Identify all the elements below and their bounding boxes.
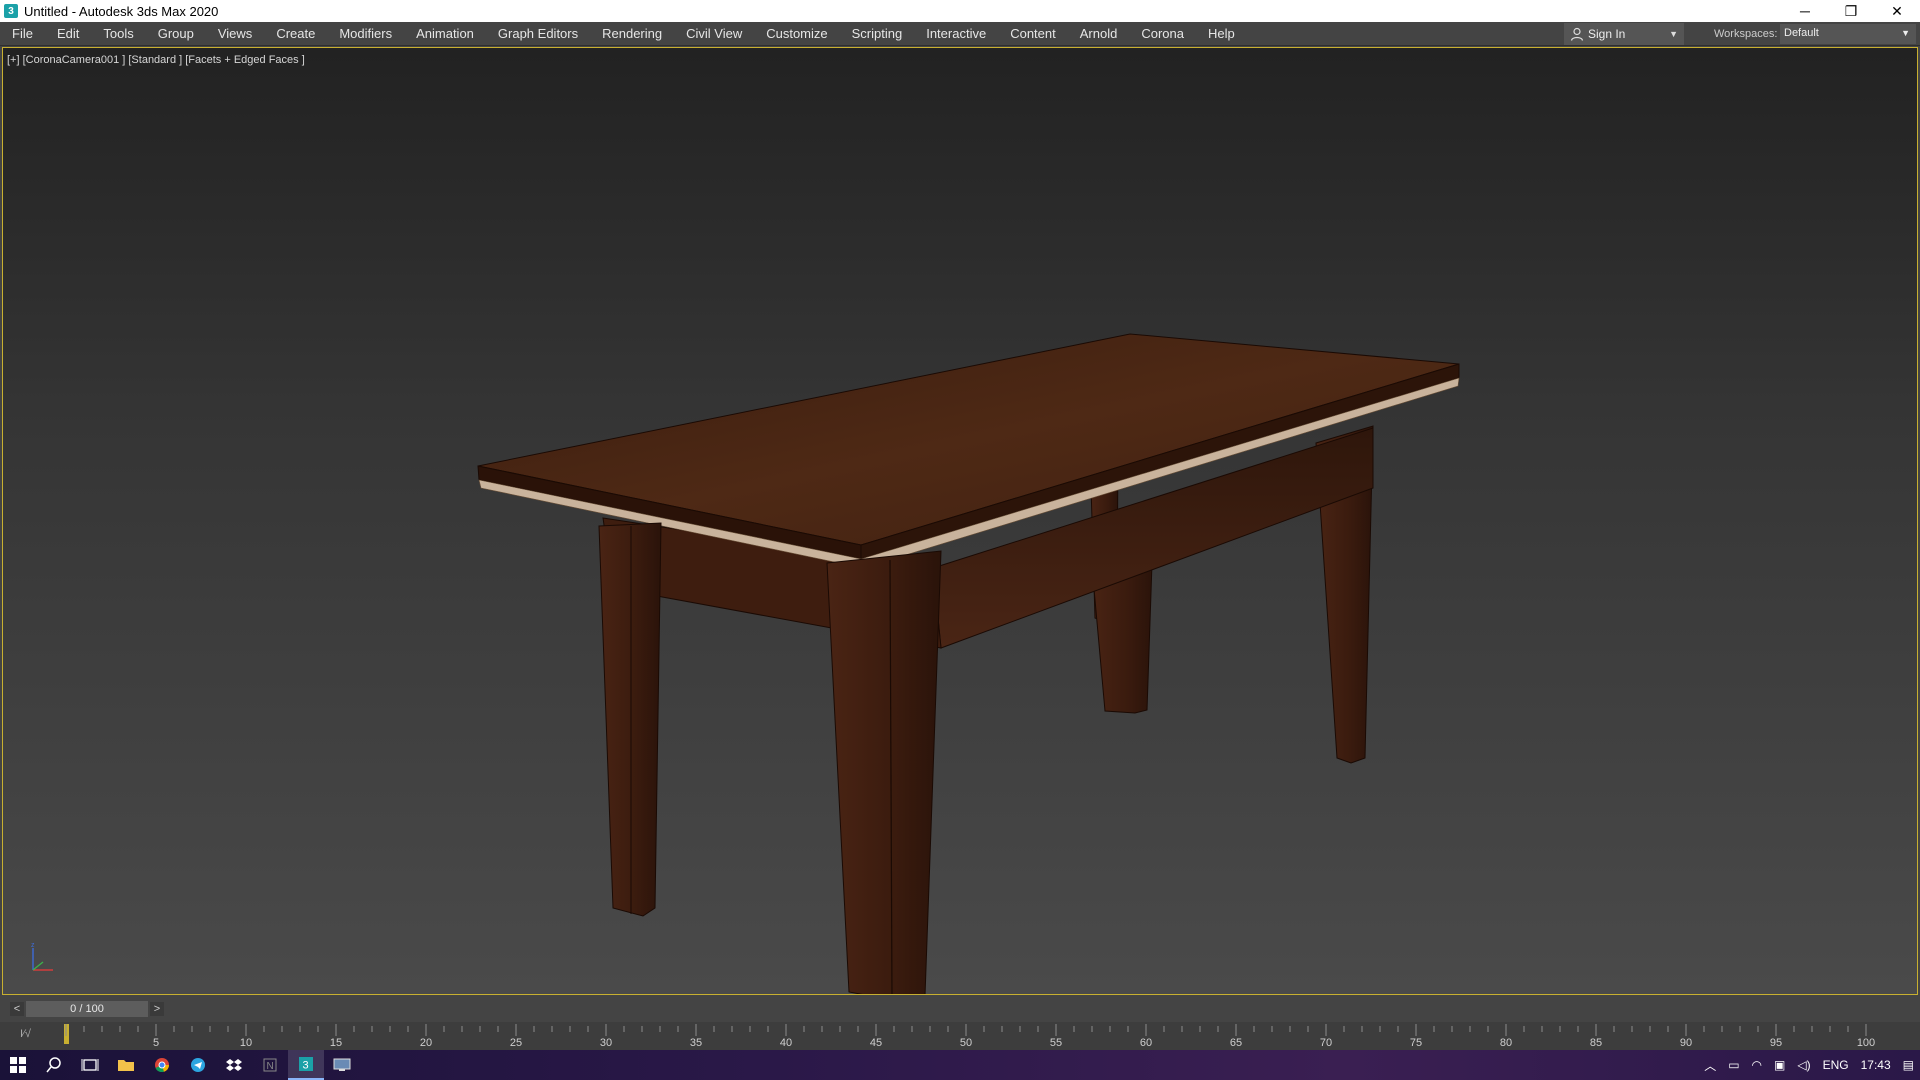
network-icon[interactable]: ▣ [1768, 1058, 1791, 1072]
ruler-tick-label: 75 [1410, 1037, 1422, 1049]
table-model [477, 333, 1460, 994]
menu-views[interactable]: Views [206, 22, 264, 46]
ruler-tick-label: 40 [780, 1037, 792, 1049]
menu-file[interactable]: File [0, 22, 45, 46]
ruler-tick-label: 25 [510, 1037, 522, 1049]
menu-scripting[interactable]: Scripting [840, 22, 915, 46]
window-controls: ─ ❐ ✕ [1782, 0, 1920, 22]
ruler-tick-label: 55 [1050, 1037, 1062, 1049]
3dsmax-icon[interactable]: 3 [288, 1050, 324, 1080]
ruler-tick-label: 95 [1770, 1037, 1782, 1049]
remote-desktop-icon[interactable] [324, 1050, 360, 1080]
table-leg-front-corner [826, 550, 942, 994]
time-slider-thumb[interactable]: 0 / 100 [26, 1001, 148, 1017]
ruler-tick-label: 50 [960, 1037, 972, 1049]
window-title: Untitled - Autodesk 3ds Max 2020 [24, 3, 219, 19]
viewport-label[interactable]: [+] [CoronaCamera001 ] [Standard ] [Face… [7, 54, 305, 66]
system-tray: ︿ ▭ ◠ ▣ ◁) ENG 17:43 ▤ [1698, 1050, 1920, 1080]
svg-text:N: N [267, 1061, 274, 1072]
ruler-tick-label: 35 [690, 1037, 702, 1049]
minimize-button[interactable]: ─ [1782, 0, 1828, 22]
menu-tools[interactable]: Tools [91, 22, 145, 46]
ruler-tick-label: 85 [1590, 1037, 1602, 1049]
menu-animation[interactable]: Animation [404, 22, 486, 46]
ruler-tick-label: 15 [330, 1037, 342, 1049]
ruler-tick-label: 20 [420, 1037, 432, 1049]
chevron-down-icon: ▼ [1901, 28, 1910, 38]
sign-in-label: Sign In [1588, 27, 1626, 41]
telegram-icon[interactable] [180, 1050, 216, 1080]
file-explorer-icon[interactable] [108, 1050, 144, 1080]
3dsmax-app-icon[interactable]: 3 [4, 4, 18, 18]
ruler-tick-label: 5 [153, 1037, 159, 1049]
frame-ruler[interactable]: 5 10 15 20 25 30 35 40 45 50 55 60 65 70 75 80 85 90 95 100 [0, 1022, 1920, 1050]
camera-viewport[interactable]: [+] [CoronaCamera001 ] [Standard ] [Face… [2, 47, 1918, 995]
task-view-icon[interactable] [72, 1050, 108, 1080]
time-slider-next-button[interactable]: > [150, 1002, 164, 1016]
title-bar: 3 Untitled - Autodesk 3ds Max 2020 ─ ❐ ✕ [0, 0, 1920, 22]
track-bar[interactable]: I∕√ 5 10 15 20 25 30 35 40 45 50 55 60 65 70 75 80 85 90 9… [0, 1022, 1920, 1050]
battery-icon[interactable]: ▭ [1722, 1058, 1745, 1072]
ruler-tick-label: 30 [600, 1037, 612, 1049]
language-indicator[interactable]: ENG [1817, 1058, 1855, 1072]
ruler-tick-label: 60 [1140, 1037, 1152, 1049]
menu-create[interactable]: Create [264, 22, 327, 46]
chevron-down-icon: ▼ [1669, 29, 1678, 39]
volume-icon[interactable]: ◁) [1791, 1058, 1816, 1072]
show-hidden-icons-chevron-icon[interactable]: ︿ [1698, 1057, 1722, 1074]
notifications-icon[interactable]: ▤ [1897, 1058, 1920, 1072]
sign-in-button[interactable]: Sign In ▼ [1564, 23, 1684, 45]
ruler-tick-label: 90 [1680, 1037, 1692, 1049]
menu-group[interactable]: Group [146, 22, 206, 46]
windows-start-icon[interactable] [0, 1050, 36, 1080]
menu-edit[interactable]: Edit [45, 22, 91, 46]
dropbox-icon[interactable] [216, 1050, 252, 1080]
ruler-tick-label: 100 [1857, 1037, 1875, 1049]
menu-content[interactable]: Content [998, 22, 1068, 46]
wifi-icon[interactable]: ◠ [1746, 1058, 1768, 1072]
menu-modifiers[interactable]: Modifiers [327, 22, 404, 46]
svg-text:z: z [31, 942, 35, 949]
svg-text:3: 3 [303, 1060, 309, 1072]
axis-tripod-icon: z [31, 942, 53, 971]
menu-arnold[interactable]: Arnold [1068, 22, 1130, 46]
menu-rendering[interactable]: Rendering [590, 22, 674, 46]
menu-interactive[interactable]: Interactive [914, 22, 998, 46]
ruler-tick-label: 10 [240, 1037, 252, 1049]
close-button[interactable]: ✕ [1874, 0, 1920, 22]
chrome-icon[interactable] [144, 1050, 180, 1080]
menu-graph-editors[interactable]: Graph Editors [486, 22, 590, 46]
notion-icon[interactable]: N [252, 1050, 288, 1080]
user-icon [1570, 27, 1584, 41]
time-slider[interactable]: < 0 / 100 > [0, 996, 1920, 1022]
restore-button[interactable]: ❐ [1828, 0, 1874, 22]
workspaces-label: Workspaces: [1714, 28, 1778, 40]
ruler-tick-label: 45 [870, 1037, 882, 1049]
ruler-tick-label: 70 [1320, 1037, 1332, 1049]
menu-customize[interactable]: Customize [754, 22, 839, 46]
menu-civil-view[interactable]: Civil View [674, 22, 754, 46]
ruler-tick-label: 65 [1230, 1037, 1242, 1049]
search-icon[interactable] [36, 1050, 72, 1080]
clock[interactable]: 17:43 [1855, 1058, 1897, 1072]
time-slider-prev-button[interactable]: < [10, 1002, 24, 1016]
menu-corona[interactable]: Corona [1129, 22, 1196, 46]
ruler-tick-label: 80 [1500, 1037, 1512, 1049]
workspace-value: Default [1784, 27, 1819, 39]
table-leg-front-left [598, 522, 662, 917]
workspace-dropdown[interactable]: Default ▼ [1780, 24, 1916, 44]
windows-taskbar: N 3 ︿ ▭ ◠ ▣ ◁) ENG 17:43 ▤ [0, 1050, 1920, 1080]
menu-help[interactable]: Help [1196, 22, 1247, 46]
